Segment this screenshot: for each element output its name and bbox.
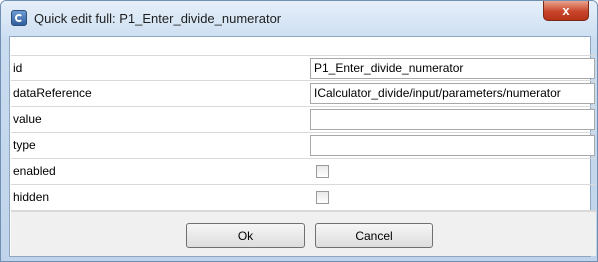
property-row-type: type <box>11 133 596 159</box>
ok-button[interactable]: Ok <box>186 223 305 248</box>
property-label-enabled: enabled <box>13 164 56 178</box>
id-field[interactable]: P1_Enter_divide_numerator <box>310 58 595 79</box>
property-label-hidden: hidden <box>13 190 50 204</box>
property-row-id: id P1_Enter_divide_numerator <box>11 55 596 81</box>
type-field[interactable] <box>310 135 595 156</box>
property-label-id: id <box>13 61 23 75</box>
datareference-field[interactable]: ICalculator_divide/input/parameters/nume… <box>310 83 595 104</box>
app-icon <box>11 10 27 26</box>
cancel-button[interactable]: Cancel <box>315 223 433 248</box>
property-grid: id P1_Enter_divide_numerator dataReferen… <box>11 55 596 211</box>
property-label-datareference: dataReference <box>13 86 92 100</box>
value-field[interactable] <box>310 109 595 130</box>
property-label-type: type <box>13 138 36 152</box>
title-bar[interactable]: Quick edit full: P1_Enter_divide_numerat… <box>1 1 597 37</box>
close-button[interactable]: x <box>543 1 589 21</box>
hidden-checkbox[interactable] <box>316 191 329 204</box>
property-label-value: value <box>13 112 42 126</box>
property-row-enabled: enabled <box>11 159 596 185</box>
window-title: Quick edit full: P1_Enter_divide_numerat… <box>34 11 282 26</box>
property-row-value: value <box>11 107 596 133</box>
button-bar: Ok Cancel <box>11 211 596 256</box>
enabled-checkbox[interactable] <box>316 165 329 178</box>
property-row-datareference: dataReference ICalculator_divide/input/p… <box>11 81 596 107</box>
property-row-hidden: hidden <box>11 185 596 211</box>
close-icon: x <box>562 3 570 18</box>
